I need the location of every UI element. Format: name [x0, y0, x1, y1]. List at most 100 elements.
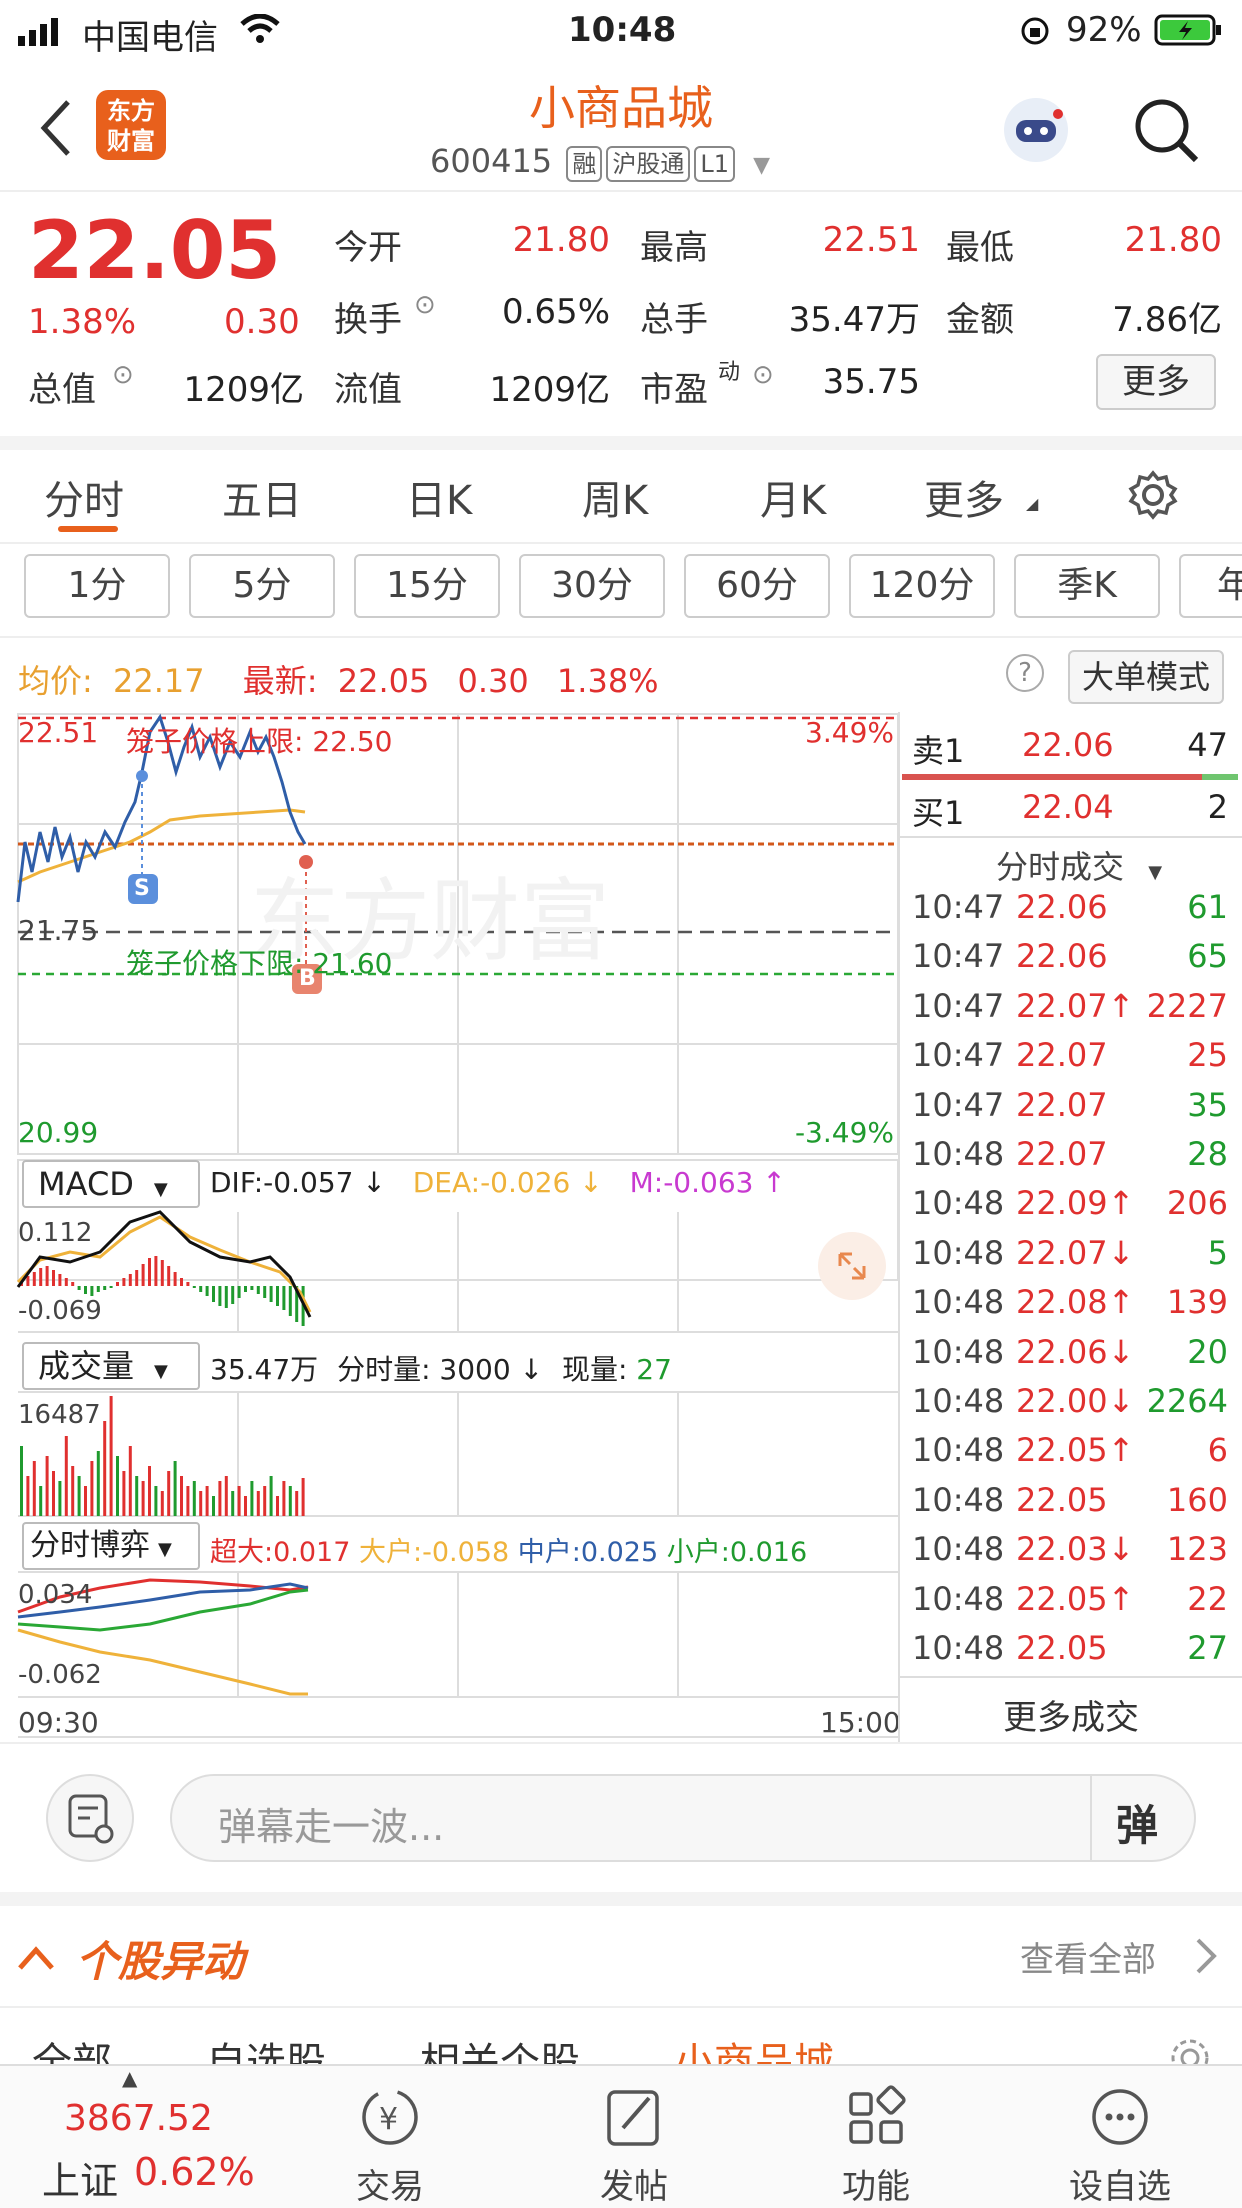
more-quote-button[interactable]: 更多 — [1096, 354, 1216, 410]
subtab-quarter-k[interactable]: 季K — [1014, 554, 1160, 618]
macd-bar — [96, 1286, 100, 1292]
buy-marker[interactable]: B — [299, 966, 316, 991]
macd-bar — [71, 1282, 75, 1286]
yuan-exchange-icon: ¥ — [362, 2089, 418, 2145]
subtab-120min[interactable]: 120分 — [849, 554, 995, 618]
trade-time: 10:47 — [912, 986, 1005, 1025]
macd-bar — [32, 1272, 36, 1286]
trade-price: 22.07 — [1016, 1085, 1108, 1124]
tab-five-day[interactable]: 五日 — [222, 468, 302, 526]
settings-gear-icon[interactable] — [1128, 470, 1178, 520]
macd-bar — [90, 1286, 94, 1296]
trade-price: 22.08↑ — [1016, 1283, 1135, 1322]
alerts-title: 个股异动 — [76, 1937, 245, 1986]
volume-label: 成交量 — [38, 1347, 135, 1385]
trade-time: 10:48 — [912, 1382, 1005, 1420]
trade-row: 10:47 22.07 25 — [912, 1036, 1228, 1085]
subtab-1min[interactable]: 1分 — [24, 554, 170, 618]
tab-post[interactable]: 发帖 — [554, 2084, 714, 2208]
boyi-dahu: 大户:-0.058 — [359, 1537, 510, 1568]
tab-month-k[interactable]: 月K — [760, 468, 826, 526]
chevron-right-icon[interactable] — [1194, 1936, 1218, 1976]
boyi-xiaohu: 小户:0.016 — [666, 1537, 808, 1568]
volume-selector[interactable]: 成交量 ▼ — [22, 1342, 200, 1390]
volume-bar — [160, 1491, 164, 1516]
bid-volume: 2 — [1207, 788, 1228, 826]
trade-price: 22.07↓ — [1016, 1233, 1135, 1272]
active-tab-indicator — [58, 526, 118, 532]
ask-volume: 47 — [1187, 726, 1228, 764]
big-order-mode-button[interactable]: 大单模式 — [1068, 650, 1224, 704]
subtab-5min[interactable]: 5分 — [189, 554, 335, 618]
tab-day-k[interactable]: 日K — [406, 468, 472, 526]
help-icon[interactable]: ? — [1006, 654, 1044, 692]
macd-bar — [109, 1286, 113, 1288]
bid-price: 22.04 — [1022, 788, 1114, 826]
more-trades-button[interactable]: 更多成交 — [900, 1690, 1242, 1739]
stock-header: 东方 财富 小商品城 600415 融沪股通 L1 ▼ — [0, 62, 1242, 192]
danmu-settings-button[interactable] — [46, 1774, 134, 1862]
bid-label: 买1 — [912, 794, 965, 832]
rotation-lock-icon — [1021, 17, 1049, 45]
tab-fenshi[interactable]: 分时 — [44, 468, 124, 526]
trade-volume: 6 — [1207, 1431, 1228, 1470]
subtab-60min[interactable]: 60分 — [684, 554, 830, 618]
trade-row: 10:48 22.03↓ 123 — [912, 1530, 1228, 1579]
danmu-toggle-button[interactable]: 弹 — [1116, 1792, 1158, 1853]
market-cap-label: 总值 — [28, 370, 96, 410]
macd-bar — [135, 1270, 139, 1286]
volume-bar — [141, 1481, 145, 1516]
boyi-selector[interactable]: 分时博弈 ▼ — [22, 1522, 200, 1570]
trade-time: 10:48 — [912, 1629, 1005, 1667]
tab-trade[interactable]: ¥ 交易 — [310, 2084, 470, 2208]
trade-row: 10:48 22.05↑ 22 — [912, 1580, 1228, 1629]
market-cap-info-icon[interactable]: ⊙ — [112, 360, 134, 390]
index-ticker[interactable]: ▲ 3867.52 上证 0.62% — [20, 2066, 255, 2208]
apps-grid-icon — [849, 2085, 906, 2144]
dropdown-icon[interactable]: ▼ — [753, 153, 770, 178]
macd-bar — [205, 1286, 209, 1296]
chart-mid-price: 21.75 — [18, 914, 99, 947]
index-value: 3867.52 — [64, 2098, 213, 2139]
boyi-zhonghu: 中户:0.025 — [517, 1537, 659, 1568]
volume-top-value: 16487 — [18, 1400, 101, 1430]
turnover-info-icon[interactable]: ⊙ — [414, 290, 436, 320]
subtab-30min[interactable]: 30分 — [519, 554, 665, 618]
robot-avatar-icon[interactable] — [1000, 94, 1072, 166]
tab-week-k[interactable]: 周K — [582, 468, 648, 526]
volume-xian: 27 — [636, 1353, 672, 1386]
trade-volume: 206 — [1166, 1184, 1228, 1223]
subtab-15min[interactable]: 15分 — [354, 554, 500, 618]
avg-label: 均价: — [18, 662, 93, 700]
latest-label: 最新: — [242, 662, 318, 700]
tab-add-watchlist[interactable]: 设自选 — [1040, 2084, 1200, 2208]
view-all-link[interactable]: 查看全部 — [1020, 1932, 1156, 1981]
macd-bar — [26, 1276, 30, 1286]
macd-bar — [282, 1286, 286, 1310]
sell-marker[interactable]: S — [134, 876, 150, 901]
danmu-input[interactable]: 弹幕走一波... 弹 — [170, 1774, 1196, 1862]
pe-info-icon[interactable]: ⊙ — [752, 360, 774, 390]
danmu-settings-icon — [68, 1794, 114, 1844]
trade-time: 10:48 — [912, 1579, 1005, 1618]
volume-bar — [276, 1496, 279, 1516]
search-icon[interactable] — [1132, 96, 1200, 164]
macd-selector[interactable]: MACD ▼ — [22, 1160, 200, 1208]
macd-m: M:-0.063 ↑ — [629, 1166, 786, 1199]
tab-functions[interactable]: 功能 — [796, 2084, 956, 2208]
chevron-up-icon[interactable] — [16, 1942, 56, 1972]
subtab-year-k[interactable]: 年 — [1179, 554, 1242, 618]
volume-bar — [282, 1481, 286, 1516]
volume-values: 35.47万 分时量: 3000 ↓ 现量: 27 — [210, 1348, 672, 1388]
macd-bar — [58, 1274, 62, 1286]
period-tabs: 分时 五日 日K 周K 月K 更多 ◢ — [0, 448, 1242, 544]
volume-bar — [52, 1471, 55, 1516]
volume-bar — [224, 1476, 228, 1516]
trade-time: 10:48 — [912, 1184, 1005, 1223]
volume-bar — [135, 1476, 139, 1516]
macd-bar — [186, 1282, 190, 1286]
expand-chart-button[interactable] — [818, 1232, 886, 1300]
trade-list-header[interactable]: 分时成交 ▼ — [996, 842, 1162, 888]
tab-more[interactable]: 更多 — [924, 468, 1004, 526]
index-pct: 0.62% — [134, 2150, 255, 2194]
